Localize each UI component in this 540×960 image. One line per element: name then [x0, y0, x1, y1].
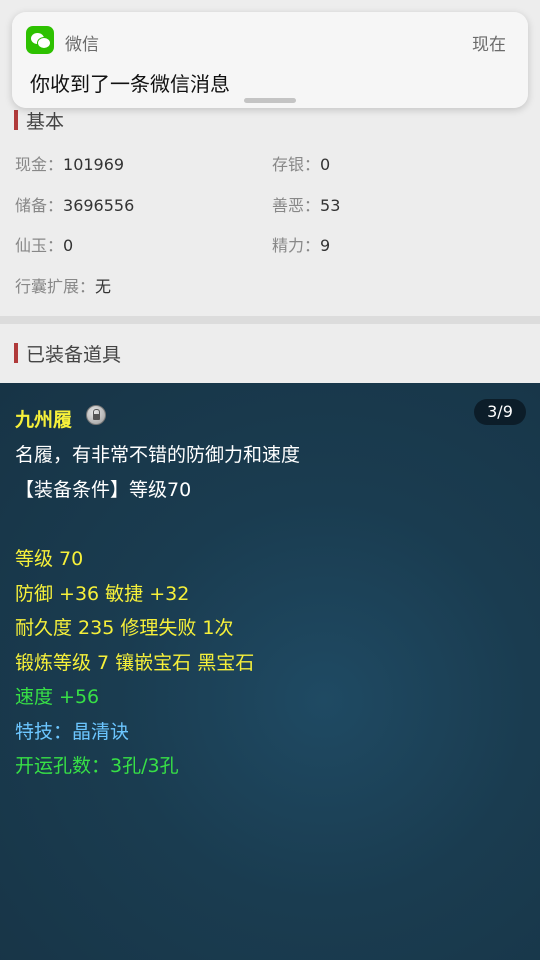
section-accent-bar [14, 110, 18, 130]
page-counter-badge: 3/9 [474, 399, 526, 425]
equipped-section-header: 已装备道具 [14, 342, 122, 366]
stat-value: 无 [95, 277, 112, 296]
stat-jade: 仙玉：0 [15, 232, 73, 256]
item-special-skill: 特技：晶清诀 [15, 721, 130, 743]
lock-icon [86, 405, 106, 425]
stat-cash: 现金：101969 [15, 151, 124, 175]
equipped-section-title: 已装备道具 [26, 343, 122, 366]
stat-value: 0 [320, 155, 331, 174]
item-defense-agility: 防御 +36 敏捷 +32 [15, 583, 190, 605]
notification-app-name: 微信 [65, 35, 99, 55]
item-level: 等级 70 [15, 548, 84, 570]
stat-value: 9 [320, 236, 331, 255]
stat-value: 3696556 [63, 196, 135, 215]
stat-label: 行囊扩展： [15, 277, 96, 296]
stat-label: 存银： [272, 155, 321, 174]
stat-label: 仙玉： [15, 236, 64, 255]
stat-label: 储备： [15, 196, 64, 215]
stat-bag-expansion: 行囊扩展：无 [15, 273, 111, 297]
stat-label: 善恶： [272, 196, 321, 215]
stat-reserve: 储备：3696556 [15, 192, 134, 216]
stat-label: 精力： [272, 236, 321, 255]
wechat-icon [26, 26, 54, 54]
stat-deposit: 存银：0 [272, 151, 330, 175]
notification-drag-handle[interactable] [244, 98, 296, 103]
item-forge-info: 锻炼等级 7 镶嵌宝石 黑宝石 [15, 652, 255, 674]
notification-banner[interactable]: 微信 现在 你收到了一条微信消息 [12, 12, 528, 108]
stat-label: 现金： [15, 155, 64, 174]
item-name: 九州履 [15, 409, 73, 431]
stat-value: 53 [320, 196, 341, 215]
item-durability: 耐久度 235 修理失败 1次 [15, 617, 234, 639]
notification-message: 你收到了一条微信消息 [30, 72, 230, 96]
item-speed: 速度 +56 [15, 686, 100, 708]
stat-value: 0 [63, 236, 74, 255]
section-accent-bar [14, 343, 18, 363]
basic-section-header: 基本 [14, 109, 65, 133]
stat-karma: 善恶：53 [272, 192, 340, 216]
section-divider [0, 316, 540, 324]
notification-time: 现在 [472, 35, 506, 55]
item-requirement: 【装备条件】等级70 [15, 479, 192, 501]
basic-section-title: 基本 [26, 110, 65, 133]
item-sockets: 开运孔数：3孔/3孔 [15, 755, 179, 777]
stat-energy: 精力：9 [272, 232, 330, 256]
stat-value: 101969 [63, 155, 125, 174]
item-description: 名履，有非常不错的防御力和速度 [15, 444, 301, 466]
